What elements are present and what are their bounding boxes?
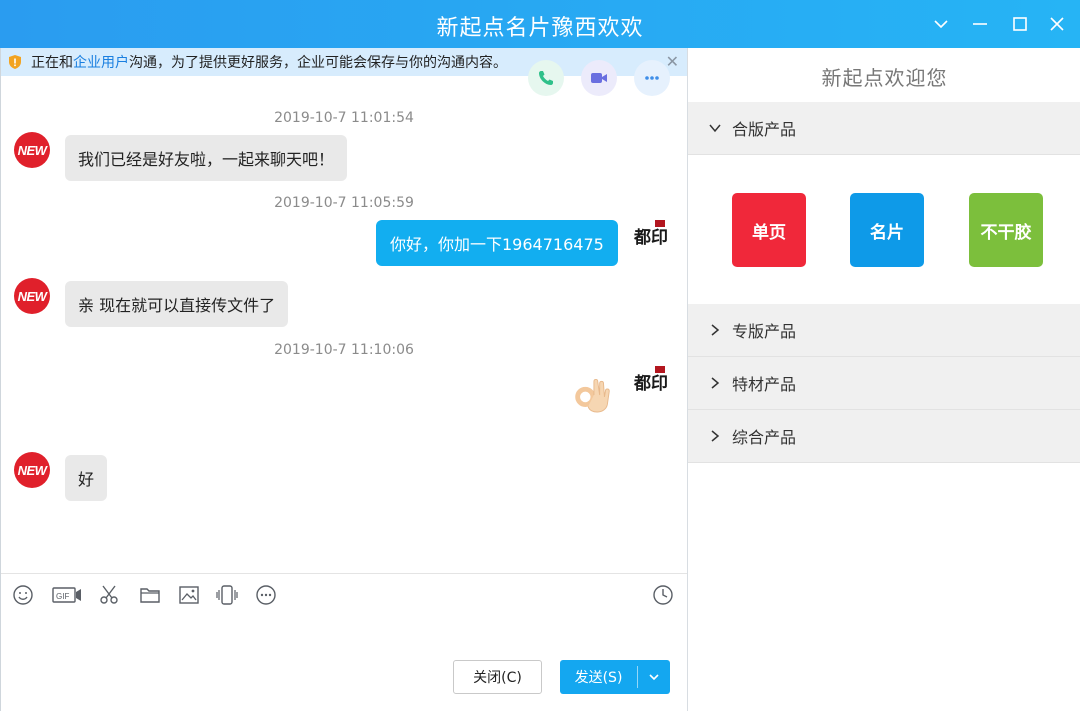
message-timestamp: 2019-10-7 11:10:06 bbox=[274, 342, 414, 358]
maximize-icon[interactable] bbox=[1006, 10, 1034, 38]
contact-avatar-logo: NEW bbox=[17, 288, 47, 304]
send-button[interactable]: 发送(S) bbox=[560, 660, 670, 694]
notice-prefix: 正在和 bbox=[31, 55, 73, 71]
ok-hand-emoji-icon bbox=[563, 366, 621, 424]
chevron-right-icon bbox=[711, 430, 720, 442]
chevron-right-icon bbox=[711, 377, 720, 389]
notice-suffix: 沟通，为了提供更好服务，企业可能会保存与你的沟通内容。 bbox=[129, 55, 507, 71]
section-header-comprehensive-products[interactable]: 综合产品 bbox=[688, 410, 1080, 463]
video-icon[interactable] bbox=[581, 60, 617, 96]
window-title: 新起点名片豫西欢欢 bbox=[436, 16, 644, 41]
folder-icon[interactable] bbox=[137, 582, 163, 608]
minimize-icon[interactable] bbox=[966, 10, 994, 38]
product-tile-flyer[interactable]: 单页 bbox=[732, 193, 806, 267]
shake-icon[interactable] bbox=[214, 582, 240, 608]
section-header-special-material-products[interactable]: 特材产品 bbox=[688, 357, 1080, 410]
self-avatar[interactable]: 都印 bbox=[633, 362, 671, 400]
chevron-down-icon bbox=[709, 124, 721, 133]
more-icon[interactable] bbox=[253, 582, 279, 608]
incoming-message-bubble: 我们已经是好友啦，一起来聊天吧！ bbox=[65, 135, 348, 181]
side-panel: 新起点欢迎您 合版产品 单页 名片 不干胶 专版产品 特材产品 综合产品 bbox=[687, 48, 1080, 711]
self-avatar-logo-icon: 都印 bbox=[633, 220, 668, 248]
side-welcome-title: 新起点欢迎您 bbox=[821, 66, 948, 90]
product-tile-business-card[interactable]: 名片 bbox=[850, 193, 924, 267]
self-avatar-logo-icon: 都印 bbox=[633, 366, 668, 394]
contact-avatar-logo: NEW bbox=[17, 462, 47, 478]
close-button[interactable]: 关闭(C) bbox=[453, 660, 542, 694]
scissors-icon[interactable] bbox=[96, 582, 122, 608]
phone-icon[interactable] bbox=[528, 60, 564, 96]
outgoing-message-bubble: 你好，你加一下1964716475 bbox=[376, 220, 618, 266]
close-icon[interactable] bbox=[1043, 10, 1071, 38]
self-avatar-text: 都印 bbox=[633, 227, 668, 248]
svg-text:GIF: GIF bbox=[56, 592, 69, 601]
notice-link[interactable]: 企业用户 bbox=[73, 52, 129, 72]
incoming-message-bubble: 好 bbox=[65, 455, 108, 501]
chevron-down-icon[interactable] bbox=[927, 10, 955, 38]
self-avatar-text: 都印 bbox=[633, 373, 668, 394]
emoji-icon[interactable] bbox=[10, 582, 36, 608]
section-header-combined-products[interactable]: 合版产品 bbox=[688, 102, 1080, 155]
chevron-right-icon bbox=[711, 324, 720, 336]
product-tiles: 单页 名片 不干胶 bbox=[688, 156, 1080, 304]
section-label: 合版产品 bbox=[732, 120, 797, 139]
product-tile-sticker[interactable]: 不干胶 bbox=[969, 193, 1043, 267]
section-label: 特材产品 bbox=[732, 375, 797, 394]
image-icon[interactable] bbox=[176, 582, 202, 608]
shield-icon bbox=[9, 55, 21, 69]
section-header-dedicated-products[interactable]: 专版产品 bbox=[688, 304, 1080, 357]
contact-avatar[interactable]: NEW bbox=[14, 452, 50, 488]
chat-panel: 正在和 企业用户 沟通，为了提供更好服务，企业可能会保存与你的沟通内容。 ✕ 201… bbox=[0, 48, 687, 711]
composer-divider bbox=[1, 573, 687, 574]
more-dots-icon[interactable] bbox=[634, 60, 670, 96]
self-avatar[interactable]: 都印 bbox=[633, 216, 671, 254]
contact-avatar[interactable]: NEW bbox=[14, 278, 50, 314]
gif-icon[interactable]: GIF bbox=[51, 582, 83, 608]
section-label: 专版产品 bbox=[732, 322, 797, 341]
history-clock-icon[interactable] bbox=[650, 582, 676, 608]
message-timestamp: 2019-10-7 11:01:54 bbox=[274, 110, 414, 126]
title-bar: 新起点名片豫西欢欢 bbox=[0, 0, 1080, 48]
incoming-message-bubble: 亲 现在就可以直接传文件了 bbox=[65, 281, 289, 327]
section-label: 综合产品 bbox=[732, 428, 797, 447]
contact-avatar-logo: NEW bbox=[17, 142, 47, 158]
message-timestamp: 2019-10-7 11:05:59 bbox=[274, 195, 414, 211]
contact-avatar[interactable]: NEW bbox=[14, 132, 50, 168]
send-button-label[interactable]: 发送(S) bbox=[560, 660, 637, 694]
send-options-chevron-icon[interactable] bbox=[638, 660, 670, 694]
